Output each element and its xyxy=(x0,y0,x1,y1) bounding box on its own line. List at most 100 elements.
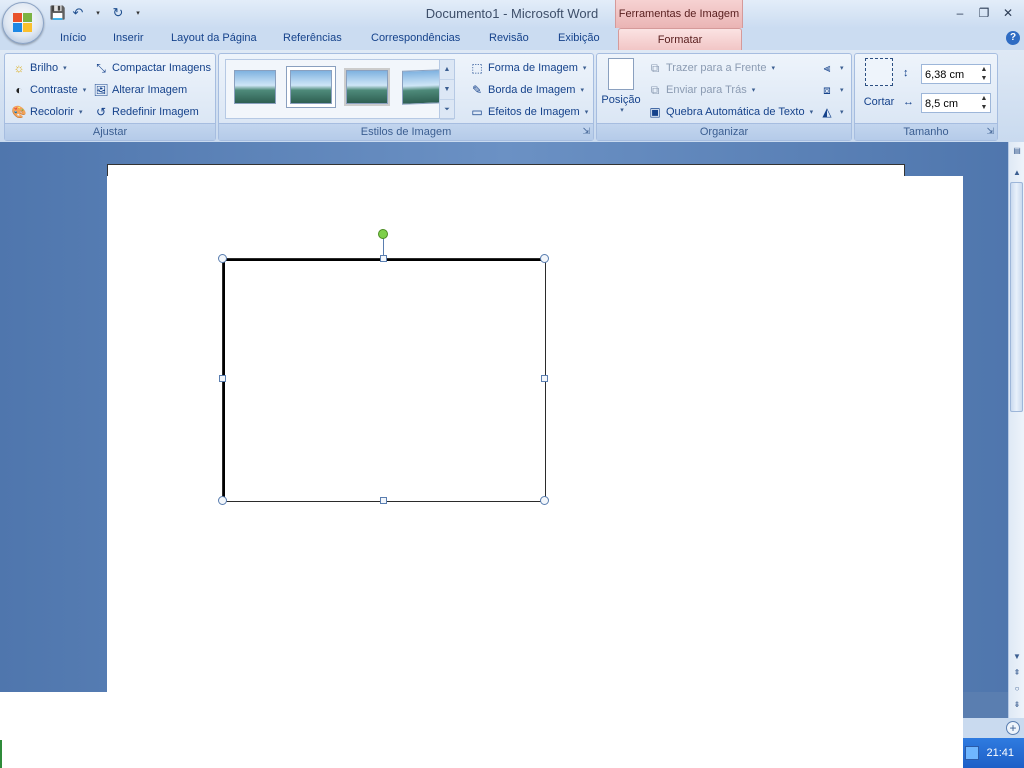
help-icon[interactable]: ? xyxy=(1006,31,1020,45)
trazer-frente-button[interactable]: ⧉ Trazer para a Frente ▾ xyxy=(647,60,775,76)
tab-inserir[interactable]: Inserir xyxy=(113,32,144,44)
group-organizar: Posição ▾ ⧉ Trazer para a Frente ▾ ⧉ Envi… xyxy=(596,53,852,141)
reset-picture-icon: ↺ xyxy=(95,105,107,119)
brilho-button[interactable]: ☼ Brilho ▾ xyxy=(11,60,67,76)
height-input[interactable]: 6,38 cm ▲ ▼ xyxy=(921,64,991,84)
alterar-label: Alterar Imagem xyxy=(112,84,188,96)
group-label-organizar: Organizar xyxy=(597,123,851,140)
group-label-ajustar: Ajustar xyxy=(5,123,215,140)
quebra-label: Quebra Automática de Texto xyxy=(666,106,805,118)
forma-label: Forma de Imagem xyxy=(488,62,578,74)
next-page-icon[interactable]: ⇟ xyxy=(1010,698,1024,712)
height-spinner[interactable]: ▲ ▼ xyxy=(978,65,990,83)
style-thumbnail[interactable] xyxy=(402,69,444,105)
resize-handle-bottom[interactable] xyxy=(380,497,387,504)
alterar-imagem-button[interactable]: 🖼 Alterar Imagem xyxy=(93,82,187,98)
bring-forward-icon: ⧉ xyxy=(650,60,660,75)
taskbar-edge xyxy=(0,740,2,768)
office-button[interactable] xyxy=(2,2,44,44)
minimize-button[interactable]: – xyxy=(948,4,972,22)
effects-icon: ▭ xyxy=(471,105,483,119)
window-title: Documento1 - Microsoft Word xyxy=(425,6,599,21)
picture-styles-gallery: ▲ ▼ ⏷ xyxy=(225,59,455,120)
title-bar: 💾 ↶ ▾ ↻ ▾ Documento1 - Microsoft Word Fe… xyxy=(0,0,1024,28)
pen-icon: ✎ xyxy=(471,83,483,97)
group-estilos: ▲ ▼ ⏷ ⬚ Forma de Imagem ▾ ✎ Borda de Imag… xyxy=(218,53,594,141)
width-spinner[interactable]: ▲ ▼ xyxy=(978,94,990,112)
group-objects-button[interactable]: ⧈ ▾ xyxy=(819,82,843,98)
resize-handle-bottom-left[interactable] xyxy=(218,496,227,505)
contraste-button[interactable]: ◐ Contraste ▾ xyxy=(11,82,86,98)
ribbon: ☼ Brilho ▾ ◐ Contraste ▾ 🎨 Recolorir ▾ ⤡ Co… xyxy=(0,50,1024,143)
dialog-launcher-icon[interactable]: ⇲ xyxy=(582,126,590,137)
efeitos-imagem-button[interactable]: ▭ Efeitos de Imagem ▾ xyxy=(469,104,588,120)
tab-revisao[interactable]: Revisão xyxy=(489,32,529,44)
gallery-more-icon[interactable]: ⏷ xyxy=(440,100,454,120)
group-label-tamanho: Tamanho xyxy=(855,123,997,140)
tab-referencias[interactable]: Referências xyxy=(283,32,342,44)
tab-layout[interactable]: Layout da Página xyxy=(171,32,257,44)
browse-object-icon[interactable]: ○ xyxy=(1010,682,1024,696)
forma-imagem-button[interactable]: ⬚ Forma de Imagem ▾ xyxy=(469,60,586,76)
zoom-in-icon[interactable]: + xyxy=(1006,721,1020,735)
scroll-up-icon[interactable]: ▲ xyxy=(1010,166,1024,180)
blank-region xyxy=(0,692,963,768)
style-thumbnail[interactable] xyxy=(290,70,332,104)
scroll-down-icon[interactable]: ▼ xyxy=(1010,650,1024,664)
change-picture-icon: 🖼 xyxy=(93,83,109,97)
tab-formatar[interactable]: Formatar xyxy=(618,28,742,51)
resize-handle-left[interactable] xyxy=(219,375,226,382)
compactar-imagens-button[interactable]: ⤡ Compactar Imagens xyxy=(93,60,211,76)
resize-handle-top-right[interactable] xyxy=(540,254,549,263)
cortar-label: Cortar xyxy=(863,96,895,108)
enviar-label: Enviar para Trás xyxy=(666,84,747,96)
style-thumbnail[interactable] xyxy=(234,70,276,104)
ruler-toggle-icon[interactable]: ▤ xyxy=(1010,144,1024,158)
gallery-scroll: ▲ ▼ ⏷ xyxy=(439,60,454,120)
resize-handle-bottom-right[interactable] xyxy=(540,496,549,505)
recolorir-button[interactable]: 🎨 Recolorir ▾ xyxy=(11,104,83,120)
selected-picture[interactable] xyxy=(222,258,546,502)
rotate-icon: ◭ xyxy=(822,105,832,119)
tab-inicio[interactable]: Início xyxy=(60,32,86,44)
group-icon: ⧈ xyxy=(823,82,831,97)
rotate-handle[interactable] xyxy=(378,229,388,239)
group-label-estilos: Estilos de Imagem xyxy=(219,123,593,140)
height-value: 6,38 cm xyxy=(925,69,965,81)
enviar-tras-button[interactable]: ⧉ Enviar para Trás ▾ xyxy=(647,82,756,98)
efeitos-label: Efeitos de Imagem xyxy=(488,106,580,118)
context-tab-picture-tools: Ferramentas de Imagem xyxy=(615,0,743,28)
cortar-button[interactable]: Cortar xyxy=(859,58,899,118)
scroll-thumb[interactable] xyxy=(1010,182,1023,412)
borda-imagem-button[interactable]: ✎ Borda de Imagem ▾ xyxy=(469,82,584,98)
gallery-up-icon[interactable]: ▲ xyxy=(440,60,454,80)
window-controls: – ❐ ✕ xyxy=(948,4,1020,22)
tab-exibicao[interactable]: Exibição xyxy=(558,32,600,44)
previous-page-icon[interactable]: ⇞ xyxy=(1010,666,1024,680)
position-icon xyxy=(608,58,634,90)
resize-handle-right[interactable] xyxy=(541,375,548,382)
redefinir-label: Redefinir Imagem xyxy=(112,106,199,118)
quebra-texto-button[interactable]: ▣ Quebra Automática de Texto ▾ xyxy=(647,104,813,120)
redefinir-imagem-button[interactable]: ↺ Redefinir Imagem xyxy=(93,104,199,120)
rotate-button[interactable]: ◭ ▾ xyxy=(819,104,843,120)
dialog-launcher-icon[interactable]: ⇲ xyxy=(986,126,994,137)
posicao-button[interactable]: Posição ▾ xyxy=(601,58,641,118)
posicao-label: Posição xyxy=(601,94,641,106)
vertical-scrollbar[interactable]: ▤ ▲ ▼ ⇞ ○ ⇟ xyxy=(1008,142,1024,718)
recolor-icon: 🎨 xyxy=(11,105,27,119)
send-backward-icon: ⧉ xyxy=(650,82,660,97)
align-button[interactable]: ⫷ ▾ xyxy=(819,60,844,76)
group-tamanho: Cortar ↕ 6,38 cm ▲ ▼ ↔ 8,5 cm ▲ ▼ Tamanho … xyxy=(854,53,998,141)
contrast-icon: ◐ xyxy=(15,83,23,97)
resize-handle-top[interactable] xyxy=(380,255,387,262)
restore-button[interactable]: ❐ xyxy=(972,4,996,22)
tab-correspondencias[interactable]: Correspondências xyxy=(371,32,460,44)
close-button[interactable]: ✕ xyxy=(996,4,1020,22)
tray-network-icon[interactable] xyxy=(965,746,979,760)
gallery-down-icon[interactable]: ▼ xyxy=(440,80,454,100)
group-ajustar: ☼ Brilho ▾ ◐ Contraste ▾ 🎨 Recolorir ▾ ⤡ Co… xyxy=(4,53,216,141)
resize-handle-top-left[interactable] xyxy=(218,254,227,263)
width-input[interactable]: 8,5 cm ▲ ▼ xyxy=(921,93,991,113)
style-thumbnail[interactable] xyxy=(346,70,388,104)
